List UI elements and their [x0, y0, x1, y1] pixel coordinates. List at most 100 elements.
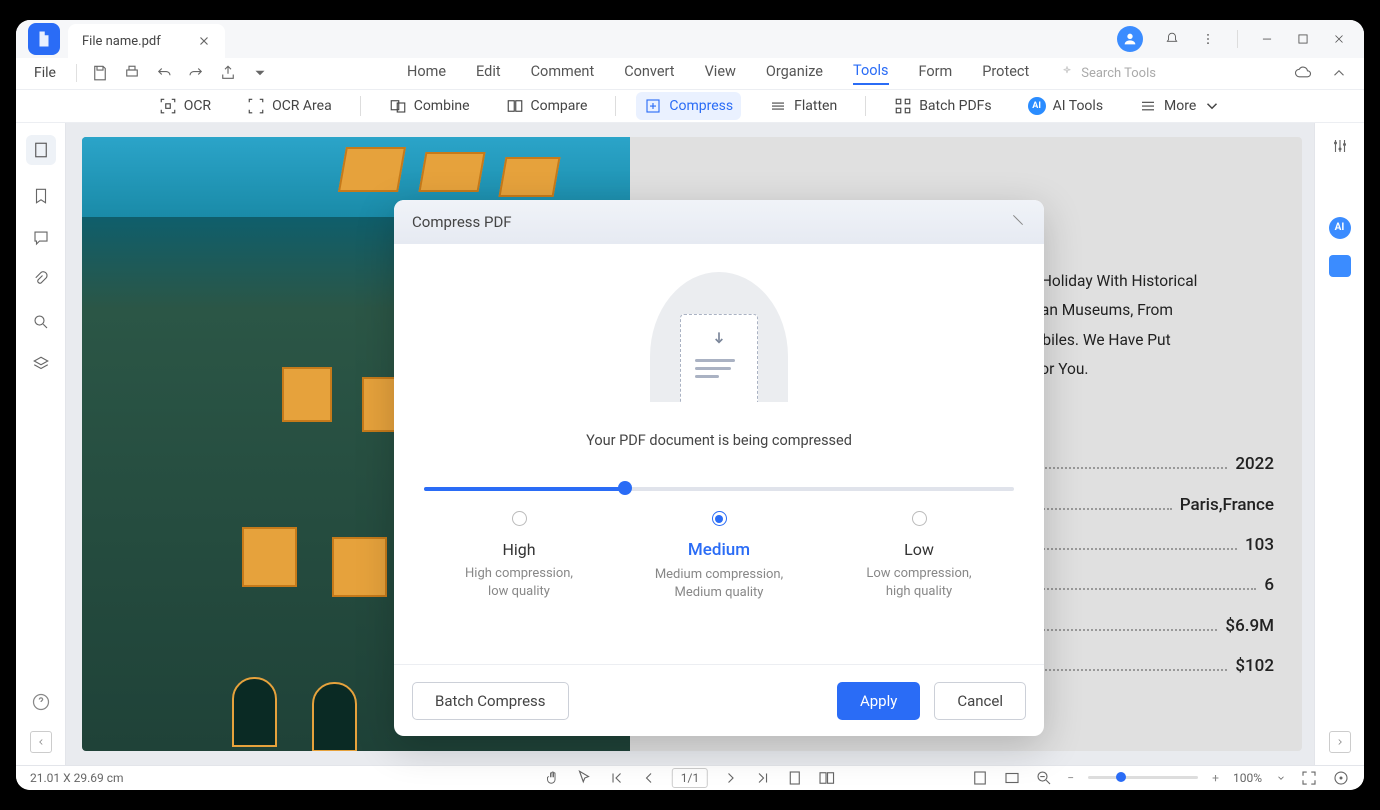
prev-page-icon[interactable] [640, 769, 658, 787]
compress-illustration [650, 272, 788, 402]
menu-organize[interactable]: Organize [766, 63, 823, 84]
sidebar-ai-icon[interactable]: AI [1329, 217, 1351, 239]
window-maximize-icon[interactable] [1296, 32, 1310, 46]
zoom-slider-thumb[interactable] [1116, 772, 1126, 782]
ai-icon: AI [1028, 97, 1046, 115]
option-low[interactable]: Low Low compression, high quality [834, 511, 1004, 602]
fullscreen-icon[interactable] [1300, 769, 1318, 787]
option-high[interactable]: High High compression, low quality [434, 511, 604, 602]
statusbar: 21.01 X 29.69 cm 1/1 − + 100% [16, 765, 1364, 790]
tool-combine[interactable]: Combine [381, 92, 478, 120]
zoom-dropdown-icon[interactable] [1276, 773, 1286, 783]
tool-ocr[interactable]: OCR [151, 92, 219, 120]
compress-pdf-dialog: Compress PDF Your PDF document is being … [394, 200, 1044, 736]
next-page-icon[interactable] [722, 769, 740, 787]
compare-icon [506, 97, 524, 115]
file-menu[interactable]: File [28, 61, 62, 85]
apply-button[interactable]: Apply [837, 682, 920, 720]
sidebar-collapse-icon[interactable] [30, 731, 52, 753]
save-icon[interactable] [91, 64, 109, 82]
sidebar-comment-icon[interactable] [30, 227, 52, 249]
fit-width-icon[interactable] [971, 769, 989, 787]
sidebar-search-icon[interactable] [30, 311, 52, 333]
share-icon[interactable] [219, 64, 237, 82]
slider-thumb[interactable] [618, 481, 632, 495]
dialog-body: Your PDF document is being compressed Hi… [394, 244, 1044, 664]
tab-close-icon[interactable] [197, 34, 211, 48]
view-double-icon[interactable] [818, 769, 836, 787]
menu-edit[interactable]: Edit [476, 63, 501, 84]
window-minimize-icon[interactable] [1260, 32, 1274, 46]
dialog-close-icon[interactable] [1010, 212, 1026, 232]
radio-high[interactable] [512, 511, 527, 526]
tab-filename: File name.pdf [82, 34, 161, 49]
arrow-down-icon [709, 329, 729, 349]
radio-medium[interactable] [712, 511, 727, 526]
dialog-footer: Batch Compress Apply Cancel [394, 664, 1044, 736]
cancel-button[interactable]: Cancel [934, 682, 1026, 720]
sidebar-attachment-icon[interactable] [30, 269, 52, 291]
sidebar-layers-icon[interactable] [30, 353, 52, 375]
radio-low[interactable] [912, 511, 927, 526]
dialog-header: Compress PDF [394, 200, 1044, 244]
sidebar-properties-icon[interactable] [1329, 135, 1351, 157]
tool-ocr-area[interactable]: OCR Area [239, 92, 340, 120]
undo-icon[interactable] [155, 64, 173, 82]
redo-icon[interactable] [187, 64, 205, 82]
compress-icon [644, 97, 662, 115]
tool-ai-tools[interactable]: AI AI Tools [1020, 92, 1111, 120]
sidebar-bookmark-icon[interactable] [30, 185, 52, 207]
kebab-menu-icon[interactable] [1201, 32, 1215, 46]
collapse-icon[interactable] [1330, 64, 1348, 82]
combine-icon [389, 97, 407, 115]
app-window: File name.pdf File Home Edit Comment [16, 20, 1364, 790]
right-sidebar-collapse-icon[interactable] [1329, 731, 1351, 753]
fact-row: $102 [1020, 650, 1274, 682]
search-tools[interactable]: Search Tools [1059, 65, 1156, 81]
notification-icon[interactable] [1165, 32, 1179, 46]
menu-tools[interactable]: Tools [853, 62, 889, 85]
page-number-input[interactable]: 1/1 [672, 768, 708, 788]
hand-tool-icon[interactable] [544, 769, 562, 787]
window-close-icon[interactable] [1332, 32, 1346, 46]
zoom-slider[interactable] [1088, 776, 1198, 779]
fit-page-icon[interactable] [1003, 769, 1021, 787]
fact-row: $6.9M [1020, 610, 1274, 642]
compression-options: High High compression, low quality Mediu… [424, 511, 1014, 602]
sidebar-translate-icon[interactable] [1329, 255, 1351, 277]
document-tab[interactable]: File name.pdf [68, 24, 225, 58]
sidebar-help-icon[interactable] [30, 691, 52, 713]
menu-form[interactable]: Form [919, 63, 953, 84]
dropdown-icon[interactable] [251, 64, 269, 82]
select-tool-icon[interactable] [576, 769, 594, 787]
last-page-icon[interactable] [754, 769, 772, 787]
sparkle-icon [1059, 65, 1075, 81]
cloud-icon[interactable] [1294, 64, 1312, 82]
first-page-icon[interactable] [608, 769, 626, 787]
batch-compress-button[interactable]: Batch Compress [412, 682, 569, 720]
read-mode-icon[interactable] [1332, 769, 1350, 787]
view-single-icon[interactable] [786, 769, 804, 787]
option-medium[interactable]: Medium Medium compression, Medium qualit… [634, 511, 804, 602]
tool-compress[interactable]: Compress [636, 92, 741, 120]
ocr-area-icon [247, 97, 265, 115]
menu-comment[interactable]: Comment [531, 63, 595, 84]
fact-row: Paris,France [1020, 489, 1274, 521]
print-icon[interactable] [123, 64, 141, 82]
titlebar: File name.pdf [16, 20, 1364, 58]
menubar: File Home Edit Comment Convert View Orga… [16, 58, 1364, 90]
menu-convert[interactable]: Convert [624, 63, 674, 84]
tools-toolbar: OCR OCR Area Combine Compare Compress Fl… [16, 90, 1364, 123]
menu-protect[interactable]: Protect [982, 63, 1029, 84]
menu-home[interactable]: Home [407, 63, 446, 84]
tool-batch-pdfs[interactable]: Batch PDFs [886, 92, 999, 120]
fact-row: 6 [1020, 569, 1274, 601]
zoom-out-icon[interactable] [1035, 769, 1053, 787]
tool-flatten[interactable]: Flatten [761, 92, 845, 120]
menu-view[interactable]: View [705, 63, 736, 84]
sidebar-thumbnails-icon[interactable] [26, 135, 56, 165]
tool-more[interactable]: More [1131, 92, 1229, 120]
compression-slider[interactable] [424, 487, 1014, 491]
user-avatar[interactable] [1117, 26, 1143, 52]
tool-compare[interactable]: Compare [498, 92, 596, 120]
